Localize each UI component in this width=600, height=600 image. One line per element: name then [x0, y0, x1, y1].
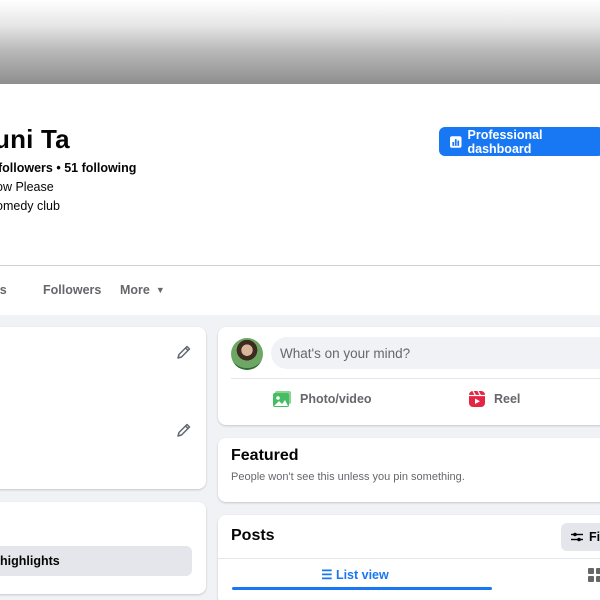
reel-icon: [469, 390, 485, 407]
professional-dashboard-label: Professional dashboard: [467, 127, 543, 156]
featured-card: Featured People won't see this unless yo…: [218, 438, 600, 502]
avatar[interactable]: [231, 338, 263, 370]
tab-more-label: More: [120, 283, 150, 297]
posts-title: Posts: [231, 527, 275, 544]
profile-header: uni Ta followers • 51 following ow Pleas…: [0, 84, 600, 266]
photo-video-label: Photo/video: [300, 392, 372, 406]
filters-button[interactable]: Fil: [561, 523, 600, 551]
featured-title: Featured: [231, 447, 299, 464]
cover-photo[interactable]: [0, 0, 600, 84]
status-input[interactable]: What's on your mind?: [271, 337, 600, 369]
photo-video-button[interactable]: Photo/video: [272, 390, 372, 408]
profile-name: uni Ta: [0, 124, 70, 154]
composer-divider: [231, 378, 600, 379]
tab-followers[interactable]: Followers: [43, 283, 101, 297]
list-icon: ☰: [321, 568, 336, 582]
chart-icon: [450, 135, 462, 148]
profile-detail-line: omedy club: [0, 199, 60, 213]
profile-tabs: tos Followers More ▼: [0, 266, 600, 315]
pencil-icon[interactable]: [176, 422, 192, 438]
featured-subtitle: People won't see this unless you pin som…: [231, 471, 465, 483]
grid-icon[interactable]: [588, 568, 600, 582]
posts-divider: [218, 558, 600, 559]
post-composer: What's on your mind? Photo/video Reel: [218, 327, 600, 425]
follow-counts[interactable]: followers • 51 following: [0, 161, 136, 175]
professional-dashboard-button[interactable]: Professional dashboard: [439, 127, 600, 156]
highlights-card: highlights: [0, 502, 206, 594]
intro-card: ): [0, 327, 206, 489]
highlights-label: highlights: [0, 554, 60, 568]
tab-more[interactable]: More ▼: [120, 283, 165, 297]
list-view-label: List view: [335, 568, 389, 582]
pencil-icon[interactable]: [176, 344, 192, 360]
tab-photos[interactable]: tos: [0, 283, 7, 297]
edit-highlights-button[interactable]: highlights: [0, 546, 192, 576]
list-view-tab[interactable]: ☰ List view: [218, 567, 492, 582]
reel-label: Reel: [494, 392, 521, 406]
caret-down-icon: ▼: [155, 285, 165, 295]
profile-detail-line: ow Please: [0, 180, 54, 194]
reel-button[interactable]: Reel: [468, 390, 520, 408]
filter-icon: [571, 532, 583, 542]
photo-icon: [273, 391, 291, 407]
posts-card: Posts Fil ☰ List view: [218, 515, 600, 600]
filters-label: Fil: [589, 530, 600, 544]
active-tab-indicator: [232, 587, 492, 590]
